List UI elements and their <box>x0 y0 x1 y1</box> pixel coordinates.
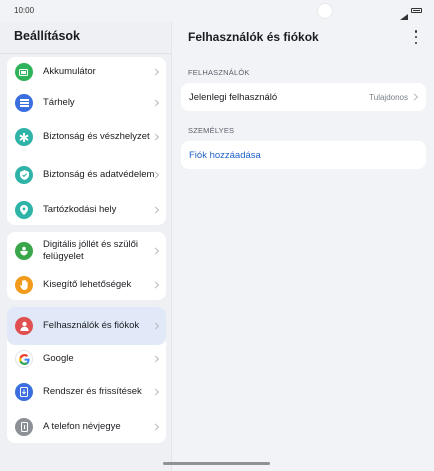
sidebar-item-label: A telefon névjegye <box>43 421 121 432</box>
shield-icon <box>15 166 33 184</box>
settings-group-2: Digitális jóllét és szülői felügyelet Ki… <box>7 232 166 300</box>
camera-cutout <box>317 3 333 19</box>
battery-status-icon <box>411 8 422 13</box>
sidebar-item-label: Biztonság és vészhelyzet <box>43 131 150 142</box>
sidebar-item-label: Kisegítő lehetőségek <box>43 279 132 290</box>
sidebar-item-label: Felhasználók és fiókok <box>43 320 140 331</box>
sidebar-item-wellbeing[interactable]: Digitális jóllét és szülői felügyelet <box>7 232 166 270</box>
sidebar-item-label: Akkumulátor <box>43 66 96 77</box>
sidebar-item-google[interactable]: Google <box>7 345 166 373</box>
current-user-label: Jelenlegi felhasználó <box>189 91 278 103</box>
detail-pane: Felhasználók és fiókok FELHASZNÁLÓK Jele… <box>172 22 434 471</box>
home-indicator[interactable] <box>163 462 270 465</box>
sidebar-item-system-updates[interactable]: Rendszer és frissítések <box>7 373 166 411</box>
sidebar-item-privacy[interactable]: Biztonság és adatvédelem <box>7 156 166 194</box>
user-icon <box>15 317 33 335</box>
sidebar-item-accessibility[interactable]: Kisegítő lehetőségek <box>7 270 166 300</box>
settings-group-3: Felhasználók és fiókok Google Rendszer é… <box>7 307 166 443</box>
add-account-link: Fiók hozzáadása <box>189 149 261 161</box>
wellbeing-icon <box>15 242 33 260</box>
sidebar-item-about-phone[interactable]: A telefon névjegye <box>7 411 166 443</box>
more-options-icon[interactable] <box>414 30 418 44</box>
sidebar-item-battery[interactable]: Akkumulátor <box>7 57 166 87</box>
section-header-users: FELHASZNÁLÓK <box>188 68 250 77</box>
sidebar-item-label: Google <box>43 353 74 364</box>
status-time: 10:00 <box>14 6 35 15</box>
sidebar-divider <box>0 53 171 54</box>
sidebar-item-label: Rendszer és frissítések <box>43 386 142 397</box>
section-header-personal: SZEMÉLYES <box>188 126 235 135</box>
hand-icon <box>15 276 33 294</box>
page-title: Felhasználók és fiókok <box>188 30 319 44</box>
add-account-row[interactable]: Fiók hozzáadása <box>181 141 426 169</box>
settings-title: Beállítások <box>14 29 81 43</box>
current-user-value: Tulajdonos <box>369 92 408 102</box>
settings-sidebar: Beállítások Akkumulátor Tárhely Biztonsá… <box>0 22 172 471</box>
sidebar-item-storage[interactable]: Tárhely <box>7 87 166 118</box>
system-update-icon <box>15 383 33 401</box>
sidebar-item-users-accounts[interactable]: Felhasználók és fiókok <box>7 307 166 345</box>
status-bar: 10:00 <box>0 0 434 22</box>
location-icon <box>15 200 33 219</box>
current-user-row[interactable]: Jelenlegi felhasználó Tulajdonos <box>181 83 426 111</box>
sidebar-item-label: Digitális jóllét és szülői felügyelet <box>43 239 139 262</box>
chevron-right-icon <box>410 93 419 101</box>
settings-group-1: Akkumulátor Tárhely Biztonság és vészhel… <box>7 57 166 225</box>
battery-icon <box>15 63 33 81</box>
sidebar-item-emergency[interactable]: Biztonság és vészhelyzet <box>7 118 166 156</box>
sidebar-item-label: Biztonság és adatvédelem <box>43 169 155 180</box>
google-icon <box>15 350 33 368</box>
sidebar-item-location[interactable]: Tartózkodási hely <box>7 194 166 225</box>
storage-icon <box>15 93 33 112</box>
sidebar-item-label: Tárhely <box>43 96 75 108</box>
sidebar-item-label: Tartózkodási hely <box>43 203 117 215</box>
emergency-icon <box>15 128 33 146</box>
phone-info-icon <box>15 418 33 436</box>
